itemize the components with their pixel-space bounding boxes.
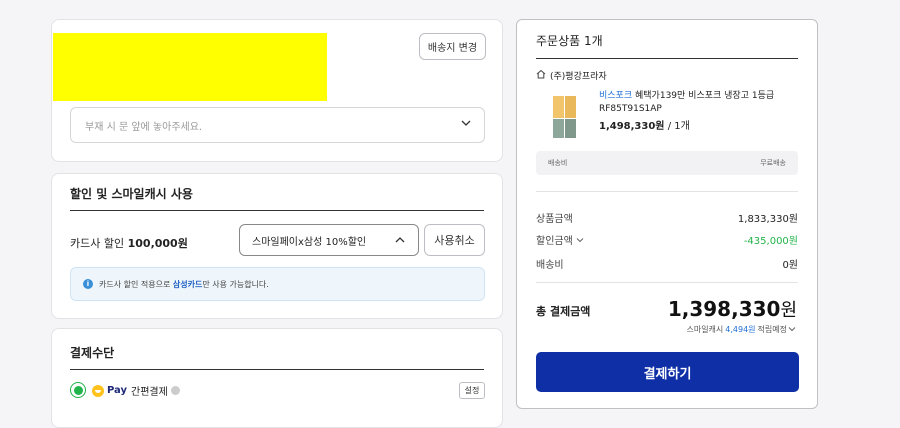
discount-card: 할인 및 스마일캐시 사용 카드사 할인 100,000원 스마일페이x삼성 1… xyxy=(51,173,503,319)
smile-cash-reward[interactable]: 스마일캐시 4,494원 적립예정 xyxy=(686,324,797,335)
chevron-down-icon xyxy=(787,325,797,335)
card-discount-label-text: 카드사 할인 xyxy=(70,237,125,250)
shipping-address-card: 배송지 변경 부재 시 문 앞에 놓아주세요. xyxy=(51,19,503,162)
product-price-line: 1,498,330원 / 1개 xyxy=(599,120,809,133)
seller-name[interactable]: (주)평강프라자 xyxy=(536,69,607,82)
product-amount-row: 상품금액 1,833,330원 xyxy=(536,210,798,225)
info-text-highlight: 삼성카드 xyxy=(172,279,203,289)
radio-selected-dot xyxy=(73,385,83,395)
product-thumbnail[interactable] xyxy=(552,95,577,139)
info-text-suffix: 만 사용 가능합니다. xyxy=(202,279,269,289)
payment-method-name: 간편결제 xyxy=(131,387,168,398)
chevron-down-icon xyxy=(576,236,584,247)
order-summary-panel: 주문상품 1개 (주)평강프라자 비스포크 혜택가139만 비스포크 냉장고 1… xyxy=(516,19,818,409)
checkout-button[interactable]: 결제하기 xyxy=(536,352,799,392)
discount-amount-row[interactable]: 할인금액 -435,000원 xyxy=(536,232,798,247)
smile-cash-amount: 4,494원 xyxy=(725,325,756,334)
discount-amount-label-wrap: 할인금액 xyxy=(536,232,584,247)
product-amount-value: 1,833,330원 xyxy=(737,214,798,225)
card-discount-selected: 스마일페이x삼성 10%할인 xyxy=(252,236,367,248)
delivery-request-select[interactable]: 부재 시 문 앞에 놓아주세요. xyxy=(70,107,485,143)
info-icon: i xyxy=(83,279,93,289)
chevron-down-icon xyxy=(460,117,472,129)
total-amount-unit: 원 xyxy=(780,300,797,321)
card-discount-label: 카드사 할인 100,000원 xyxy=(70,235,188,251)
total-amount: 1,398,330원 xyxy=(668,296,797,322)
divider xyxy=(536,191,798,192)
redacted-address xyxy=(53,33,327,101)
discount-section-title: 할인 및 스마일캐시 사용 xyxy=(70,187,193,201)
payment-settings-button[interactable]: 설정 xyxy=(459,382,485,399)
divider xyxy=(536,282,798,283)
shipping-fee-box: 배송비 무료배송 xyxy=(536,151,798,175)
divider xyxy=(70,369,484,370)
card-info-notice: i 카드사 할인 적용으로 삼성카드 만 사용 가능합니다. xyxy=(70,267,485,301)
discount-amount-label: 할인금액 xyxy=(536,236,573,247)
divider xyxy=(536,58,798,59)
total-label: 총 결제금액 xyxy=(536,305,591,318)
payment-radio[interactable] xyxy=(70,382,86,398)
home-icon xyxy=(536,69,550,82)
smile-cash-suffix: 적립예정 xyxy=(757,325,787,334)
card-discount-amount: 100,000원 xyxy=(127,237,188,250)
order-summary-title: 주문상품 1개 xyxy=(536,34,603,48)
seller-name-text: (주)평강프라자 xyxy=(550,72,607,82)
smile-cash-label: 스마일캐시 xyxy=(686,325,724,334)
pay-logo-text: Pay xyxy=(107,385,128,396)
product-price: 1,498,330원 xyxy=(599,121,665,132)
product-brand[interactable]: 비스포크 xyxy=(599,91,632,101)
shipping-cost-value: 0원 xyxy=(782,260,798,271)
shipping-fee-label: 배송비 xyxy=(548,159,568,167)
delivery-request-text: 부재 시 문 앞에 놓아주세요. xyxy=(85,121,203,133)
divider xyxy=(70,210,484,211)
payment-method-card: 결제수단 Pay 간편결제 설정 xyxy=(51,328,503,428)
help-icon[interactable] xyxy=(170,386,180,395)
cancel-use-button[interactable]: 사용취소 xyxy=(424,224,485,256)
shipping-cost-label: 배송비 xyxy=(536,260,564,271)
shipping-fee-value: 무료배송 xyxy=(760,159,786,167)
change-address-button[interactable]: 배송지 변경 xyxy=(419,33,486,60)
product-quantity: / 1개 xyxy=(667,121,690,132)
product-amount-label: 상품금액 xyxy=(536,214,573,225)
smile-pay-option[interactable]: Pay 간편결제 xyxy=(92,383,180,398)
product-info: 비스포크 혜택가139만 비스포크 냉장고 1등급 RF85T91S1AP 1,… xyxy=(599,90,809,133)
payment-section-title: 결제수단 xyxy=(70,346,115,360)
info-text-prefix: 카드사 할인 적용으로 xyxy=(99,279,171,289)
total-amount-number: 1,398,330 xyxy=(667,297,781,321)
smile-pay-icon xyxy=(92,384,104,397)
card-discount-select[interactable]: 스마일페이x삼성 10%할인 xyxy=(239,224,419,256)
chevron-up-icon xyxy=(394,234,406,246)
shipping-cost-row: 배송비 0원 xyxy=(536,256,798,271)
discount-amount-value: -435,000원 xyxy=(743,236,798,247)
